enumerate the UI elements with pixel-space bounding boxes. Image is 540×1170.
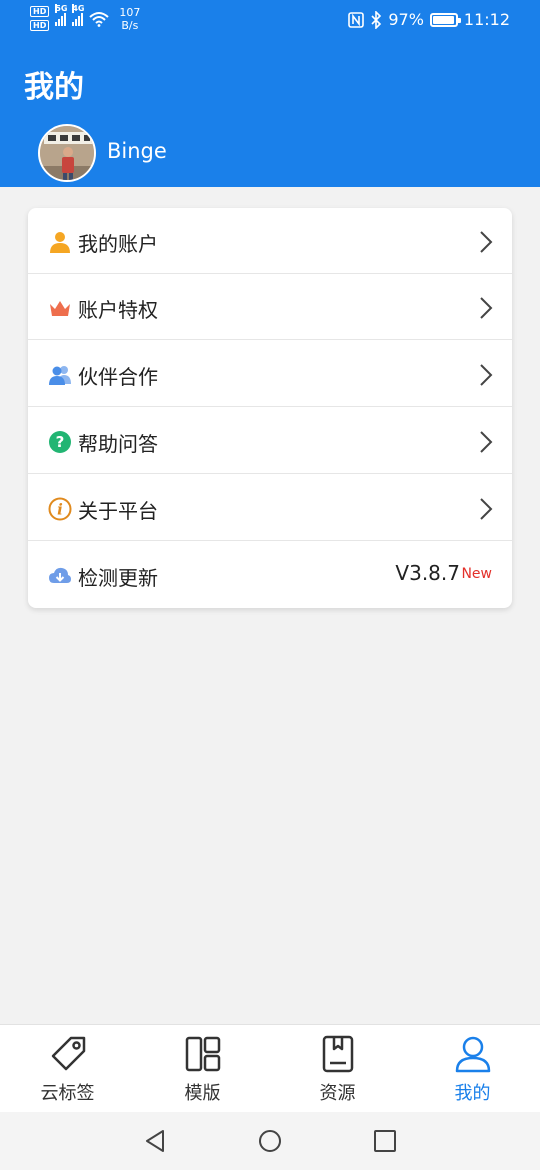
info-icon: i	[48, 497, 72, 521]
tab-cloud-labels[interactable]: 云标签	[0, 1025, 135, 1113]
battery-percent: 97%	[388, 10, 424, 29]
tab-label: 云标签	[40, 1083, 95, 1104]
header: HD HD 5G 4G 107 B/s 97% 11:12 我的 Binge	[0, 0, 540, 187]
hd-indicators: HD HD	[30, 6, 50, 31]
bluetooth-icon	[371, 10, 382, 29]
new-badge: New	[461, 566, 492, 582]
menu-item-partners[interactable]: 伙伴合作	[28, 341, 512, 407]
hd-badge: HD	[30, 20, 50, 31]
svg-text:?: ?	[56, 433, 65, 451]
wifi-icon	[89, 12, 110, 27]
avatar-photo	[40, 126, 94, 180]
chevron-right-icon	[480, 364, 493, 386]
clock: 11:12	[463, 10, 510, 29]
chevron-right-icon	[480, 231, 493, 253]
network-speed: 107 B/s	[119, 6, 140, 32]
network-speed-value: 107	[119, 6, 141, 19]
menu-item-label: 检测更新	[78, 566, 158, 590]
svg-text:i: i	[57, 501, 63, 519]
tab-label: 资源	[319, 1083, 356, 1104]
user-icon	[50, 232, 70, 253]
template-icon	[185, 1036, 221, 1072]
page-title: 我的	[24, 70, 84, 105]
system-nav-bar	[0, 1112, 540, 1170]
signal-icon: 4G	[72, 4, 84, 26]
chevron-right-icon	[480, 431, 493, 453]
menu-item-help[interactable]: ? 帮助问答	[28, 408, 512, 474]
status-left: HD HD 5G 4G 107 B/s	[30, 4, 140, 32]
menu-item-about[interactable]: i 关于平台	[28, 475, 512, 541]
menu-item-label: 关于平台	[78, 499, 158, 523]
partners-icon	[49, 366, 71, 385]
menu-item-check-update[interactable]: 检测更新 V3.8.7 New	[28, 542, 512, 608]
tab-label: 我的	[454, 1083, 491, 1104]
status-bar: HD HD 5G 4G 107 B/s 97% 11:12	[0, 0, 540, 40]
back-icon[interactable]	[143, 1129, 167, 1153]
tab-templates[interactable]: 模版	[135, 1025, 270, 1113]
tab-mine[interactable]: 我的	[405, 1025, 540, 1113]
status-right: 97% 11:12	[348, 10, 510, 29]
menu-item-label: 帮助问答	[78, 432, 158, 456]
tab-label: 模版	[184, 1083, 221, 1104]
menu-card: 我的账户 账户特权 伙伴合作 ? 帮助问答 i 关于平台 检测更新 V3.8.7…	[28, 208, 512, 608]
network-type-label: 4G	[72, 4, 85, 13]
tag-icon	[51, 1036, 86, 1071]
chevron-right-icon	[480, 297, 493, 319]
nfc-icon	[348, 11, 365, 28]
version-number: V3.8.7	[395, 561, 460, 585]
cloud-download-icon	[49, 567, 71, 583]
tab-resources[interactable]: 资源	[270, 1025, 405, 1113]
bottom-tab-bar: 云标签 模版 资源 我的	[0, 1024, 540, 1112]
help-icon: ?	[49, 431, 71, 453]
menu-item-label: 伙伴合作	[78, 365, 158, 389]
chevron-right-icon	[480, 498, 493, 520]
person-icon	[455, 1036, 491, 1073]
menu-item-label: 账户特权	[78, 298, 158, 322]
menu-item-account-privileges[interactable]: 账户特权	[28, 274, 512, 340]
recents-icon[interactable]	[373, 1129, 397, 1153]
hd-badge: HD	[30, 6, 50, 17]
menu-item-my-account[interactable]: 我的账户	[28, 208, 512, 274]
crown-icon	[50, 301, 70, 316]
signal-icon: 5G	[55, 4, 67, 26]
battery-icon	[429, 12, 461, 27]
network-speed-unit: B/s	[121, 19, 139, 32]
username[interactable]: Binge	[107, 139, 167, 163]
menu-item-label: 我的账户	[78, 232, 158, 256]
book-icon	[322, 1035, 354, 1073]
home-icon[interactable]	[258, 1129, 282, 1153]
network-type-label: 5G	[55, 4, 68, 13]
avatar[interactable]	[38, 124, 96, 182]
